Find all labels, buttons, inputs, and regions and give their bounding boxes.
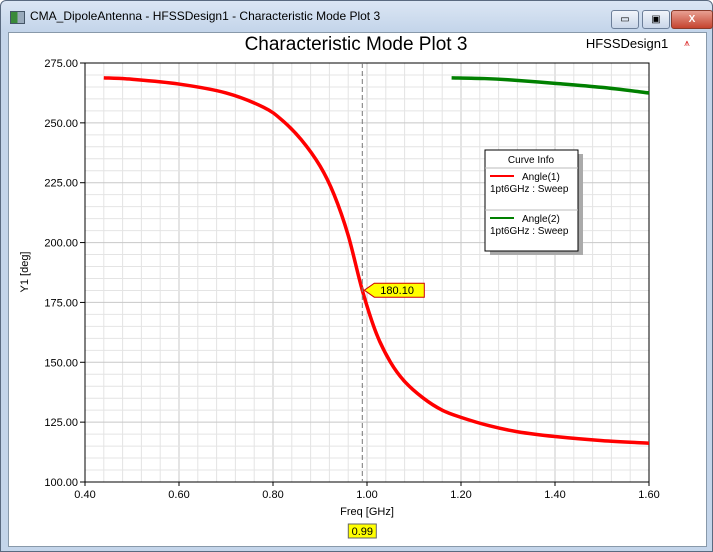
legend-series-1-name: Angle(1) — [522, 172, 560, 183]
y-tick-label: 100.00 — [44, 477, 78, 489]
ansys-logo-icon: ⩚ — [684, 38, 690, 49]
x-tick-label: 0.40 — [74, 489, 95, 501]
y-tick-label: 225.00 — [44, 178, 78, 190]
legend-title: Curve Info — [508, 155, 555, 166]
x-tick-label: 0.60 — [168, 489, 189, 501]
marker-x-value: 0.99 — [352, 526, 373, 538]
y-tick-label: 250.00 — [44, 118, 78, 130]
legend-series-2-name: Angle(2) — [522, 214, 560, 225]
y-tick-label: 175.00 — [44, 297, 78, 309]
x-tick-label: 1.40 — [544, 489, 565, 501]
y-tick-label: 275.00 — [44, 58, 78, 70]
y-tick-label: 200.00 — [44, 238, 78, 250]
design-label: HFSSDesign1 — [586, 36, 668, 51]
y-tick-label: 150.00 — [44, 357, 78, 369]
marker-value: 180.10 — [380, 285, 414, 297]
legend-series-2-sub: 1pt6GHz : Sweep — [490, 226, 569, 237]
x-tick-label: 1.00 — [356, 489, 377, 501]
x-tick-label: 1.20 — [450, 489, 471, 501]
chart[interactable]: Characteristic Mode Plot 3 HFSSDesign1 ⩚… — [0, 0, 713, 552]
y-tick-label: 125.00 — [44, 417, 78, 429]
x-axis-label: Freq [GHz] — [340, 506, 394, 518]
x-tick-label: 1.60 — [638, 489, 659, 501]
series-line-2[interactable] — [451, 76, 650, 95]
legend-series-1-sub: 1pt6GHz : Sweep — [490, 184, 569, 195]
legend[interactable]: Curve Info Angle(1) 1pt6GHz : Sweep Angl… — [484, 149, 583, 255]
series-line-1[interactable] — [103, 76, 650, 445]
chart-title: Characteristic Mode Plot 3 — [245, 34, 468, 55]
y-axis-label: Y1 [deg] — [19, 252, 31, 293]
x-tick-label: 0.80 — [262, 489, 283, 501]
